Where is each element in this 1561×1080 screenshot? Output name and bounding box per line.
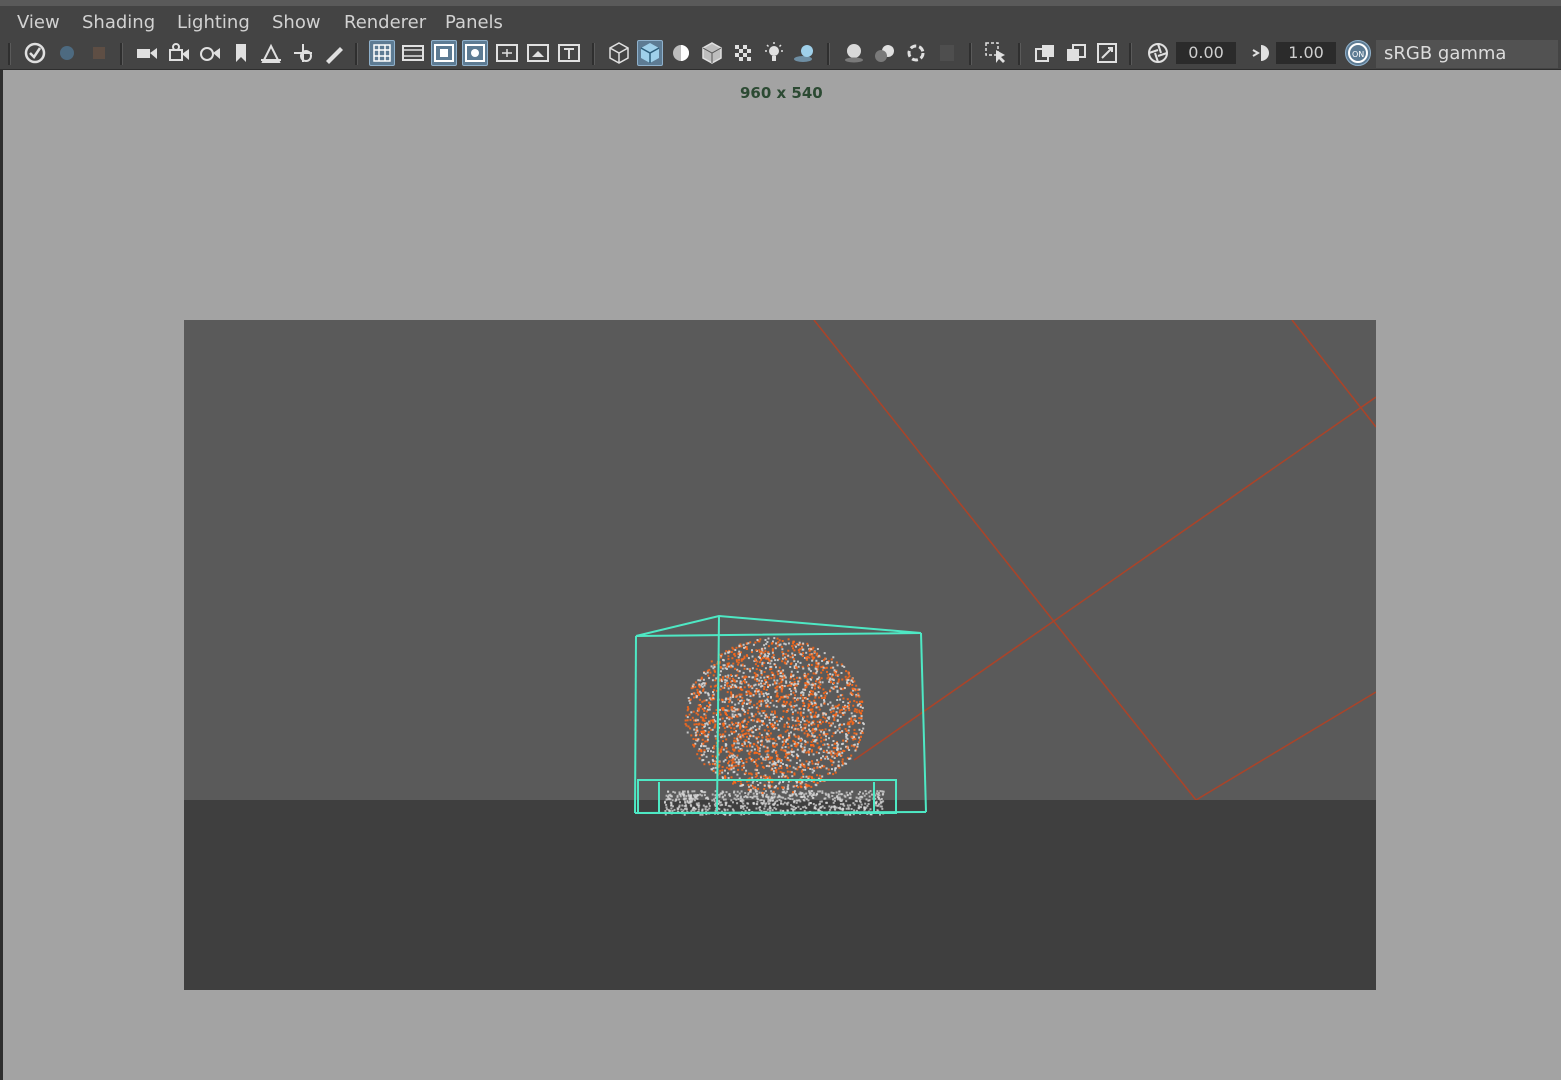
- camera-icon[interactable]: [134, 40, 160, 66]
- shadows-icon[interactable]: [792, 40, 818, 66]
- menu-panels[interactable]: Panels: [445, 12, 503, 33]
- resolution-label: 960 x 540: [740, 84, 823, 102]
- smooth-shade-icon[interactable]: [637, 40, 663, 66]
- toolbar-separator: [969, 43, 972, 65]
- scene-view: [184, 320, 1376, 990]
- wireframe-icon[interactable]: [606, 40, 632, 66]
- panel-toolbar: 0.00 1.00 ON sRGB gamma: [0, 36, 1561, 70]
- image-plane-icon[interactable]: [258, 40, 284, 66]
- default-material-icon[interactable]: [668, 40, 694, 66]
- film-gate-icon[interactable]: [400, 40, 426, 66]
- toolbar-separator: [1018, 43, 1021, 65]
- camera-orbit-icon[interactable]: [197, 40, 223, 66]
- screen-space-ao-icon[interactable]: [841, 40, 867, 66]
- camera-attributes-icon[interactable]: [54, 40, 80, 66]
- isolate-select-icon[interactable]: [983, 40, 1009, 66]
- scene-background: [184, 320, 1376, 800]
- menu-renderer[interactable]: Renderer: [344, 12, 426, 33]
- menu-show[interactable]: Show: [272, 12, 321, 33]
- exposure-icon[interactable]: [1145, 40, 1171, 66]
- toolbar-separator: [592, 43, 595, 65]
- gamma-field[interactable]: 1.00: [1276, 42, 1336, 64]
- gamma-icon[interactable]: [1246, 40, 1272, 66]
- resolution-gate-icon[interactable]: [431, 40, 457, 66]
- menu-view[interactable]: View: [17, 12, 60, 33]
- svg-text:ON: ON: [1352, 50, 1364, 59]
- menu-lighting[interactable]: Lighting: [177, 12, 250, 33]
- xray-icon[interactable]: [1032, 40, 1058, 66]
- field-chart-icon[interactable]: [494, 40, 520, 66]
- grease-pencil-icon[interactable]: [321, 40, 347, 66]
- 2d-pan-zoom-icon[interactable]: [290, 40, 316, 66]
- bookmark-camera-icon[interactable]: [86, 40, 112, 66]
- motion-blur-icon[interactable]: [872, 40, 898, 66]
- textured-icon[interactable]: [730, 40, 756, 66]
- depth-of-field-icon[interactable]: [934, 40, 960, 66]
- select-camera-icon[interactable]: [22, 40, 48, 66]
- color-space-dropdown[interactable]: sRGB gamma: [1376, 40, 1558, 68]
- xray-active-components-icon[interactable]: [1063, 40, 1089, 66]
- resolution-gate[interactable]: [184, 320, 1376, 990]
- gate-mask-icon[interactable]: [462, 40, 488, 66]
- toolbar-separator: [1129, 43, 1132, 65]
- lock-camera-icon[interactable]: [166, 40, 192, 66]
- anti-aliasing-icon[interactable]: [903, 40, 929, 66]
- safe-action-icon[interactable]: [525, 40, 551, 66]
- panel-menubar: View Shading Lighting Show Renderer Pane…: [0, 0, 1561, 36]
- toolbar-separator: [8, 43, 11, 65]
- safe-title-icon[interactable]: [556, 40, 582, 66]
- bookmark-icon[interactable]: [228, 40, 254, 66]
- exposure-field[interactable]: 0.00: [1176, 42, 1236, 64]
- xray-joints-icon[interactable]: [1094, 40, 1120, 66]
- toolbar-separator: [355, 43, 358, 65]
- toolbar-separator: [120, 43, 123, 65]
- ground-plane: [184, 800, 1376, 990]
- menu-shading[interactable]: Shading: [82, 12, 155, 33]
- grid-icon[interactable]: [369, 40, 395, 66]
- toolbar-separator: [827, 43, 830, 65]
- use-all-lights-icon[interactable]: [761, 40, 787, 66]
- wireframe-on-shaded-icon[interactable]: [699, 40, 725, 66]
- view-transform-toggle-icon[interactable]: ON: [1345, 40, 1371, 66]
